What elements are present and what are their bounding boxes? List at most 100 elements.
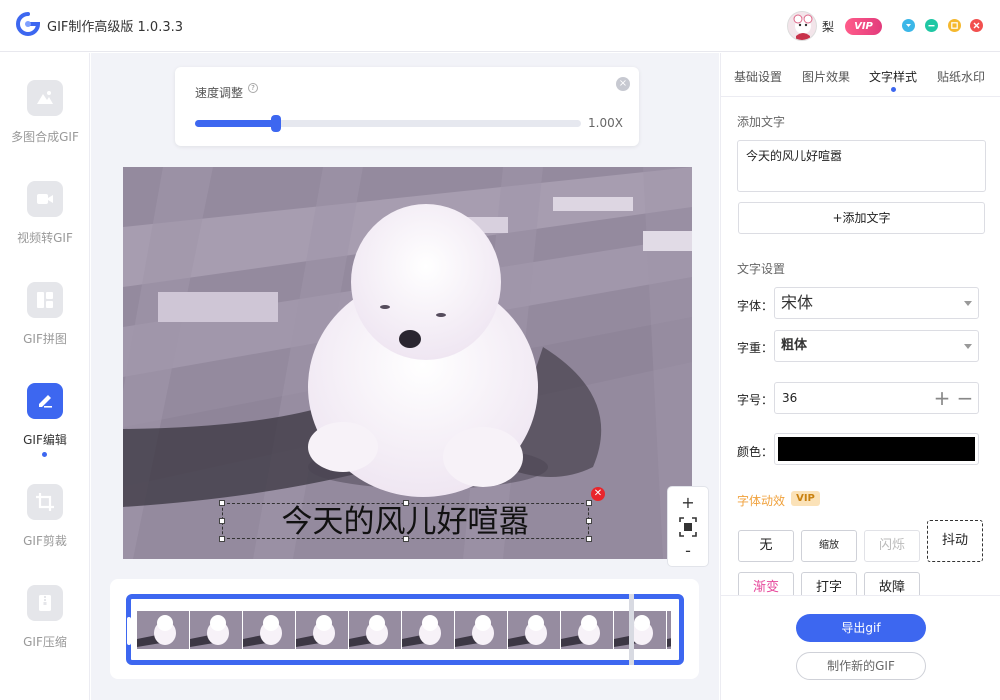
video-icon bbox=[27, 181, 63, 217]
speed-slider[interactable] bbox=[195, 115, 581, 132]
decrease-size-icon[interactable]: − bbox=[956, 387, 974, 409]
sidebar-item-label: 视频转GIF bbox=[17, 231, 73, 245]
tab-text-style[interactable]: 文字样式 bbox=[869, 68, 917, 85]
vip-badge[interactable]: VIP bbox=[845, 18, 882, 35]
color-swatch bbox=[778, 437, 975, 461]
title-bar: GIF制作高级版 1.0.3.3 梨 VIP bbox=[0, 0, 1000, 52]
username: 梨 bbox=[822, 20, 835, 34]
frame-thumbnail bbox=[455, 611, 507, 649]
mountain-image-icon bbox=[27, 80, 63, 116]
chevron-down-icon bbox=[964, 344, 972, 349]
crop-icon bbox=[27, 484, 63, 520]
weight-label: 字重： bbox=[737, 341, 774, 355]
gif-preview: 今天的风儿好喧嚣 ✕ bbox=[123, 167, 692, 559]
sidebar: 多图合成GIF 视频转GIF GIF拼图 GIF编辑 GIF剪裁 GIF压缩 bbox=[0, 53, 90, 700]
tab-sticker-watermark[interactable]: 贴纸水印 bbox=[937, 68, 985, 85]
settings-panel: 基础设置 图片效果 文字样式 贴纸水印 添加文字 今天的风儿好喧嚣 +添加文字 … bbox=[720, 53, 1000, 700]
weight-value: 粗体 bbox=[781, 338, 808, 353]
app-logo-icon bbox=[16, 12, 41, 36]
sidebar-item-video-to-gif[interactable]: 视频转GIF bbox=[0, 181, 90, 281]
playhead[interactable] bbox=[629, 594, 634, 665]
export-gif-button[interactable]: 导出gif bbox=[796, 614, 926, 642]
font-select[interactable]: 宋体 bbox=[774, 287, 979, 319]
add-text-title: 添加文字 bbox=[737, 115, 786, 129]
font-size-stepper[interactable]: 36 + − bbox=[774, 382, 979, 414]
close-icon[interactable] bbox=[970, 19, 983, 32]
speed-control-card: 速度调整 ? × 1.00X bbox=[175, 67, 639, 146]
sidebar-item-gif-collage[interactable]: GIF拼图 bbox=[0, 282, 90, 382]
settings-tabs: 基础设置 图片效果 文字样式 贴纸水印 bbox=[721, 53, 1000, 97]
help-circle-icon[interactable]: ? bbox=[248, 83, 258, 93]
frame-thumbnail bbox=[667, 611, 671, 649]
user-avatar[interactable] bbox=[787, 11, 817, 41]
font-label: 字体： bbox=[737, 299, 774, 313]
frame-thumbnail bbox=[296, 611, 348, 649]
minimize-icon[interactable] bbox=[925, 19, 938, 32]
resize-handle[interactable] bbox=[219, 518, 225, 524]
panel-footer: 导出gif 制作新的GIF bbox=[721, 595, 1000, 700]
zoom-out-button[interactable]: - bbox=[668, 541, 708, 560]
increase-size-icon[interactable]: + bbox=[933, 387, 951, 409]
settings-dropdown-icon[interactable] bbox=[902, 19, 915, 32]
speed-label: 速度调整 bbox=[195, 86, 244, 100]
range-end-handle[interactable] bbox=[675, 617, 679, 645]
speed-slider-thumb[interactable] bbox=[271, 115, 282, 132]
tab-basic-settings[interactable]: 基础设置 bbox=[734, 68, 782, 85]
zip-archive-icon bbox=[27, 585, 63, 621]
resize-handle[interactable] bbox=[219, 500, 225, 506]
sidebar-item-label: GIF拼图 bbox=[23, 332, 67, 346]
frame-thumbnail bbox=[349, 611, 401, 649]
frame-thumbnail bbox=[561, 611, 613, 649]
layout-grid-icon bbox=[27, 282, 63, 318]
tab-image-effects[interactable]: 图片效果 bbox=[802, 68, 850, 85]
resize-handle[interactable] bbox=[586, 536, 592, 542]
sidebar-item-label: GIF剪裁 bbox=[23, 534, 67, 548]
active-tab-indicator bbox=[891, 87, 896, 92]
resize-handle[interactable] bbox=[403, 536, 409, 542]
sidebar-item-label: 多图合成GIF bbox=[11, 130, 79, 144]
vip-tag: VIP bbox=[791, 491, 820, 506]
timeline-range[interactable] bbox=[126, 594, 684, 665]
color-label: 颜色： bbox=[737, 445, 774, 459]
sidebar-item-multi-image-gif[interactable]: 多图合成GIF bbox=[0, 80, 90, 180]
weight-select[interactable]: 粗体 bbox=[774, 330, 979, 362]
pencil-icon bbox=[27, 383, 63, 419]
sidebar-item-label: GIF编辑 bbox=[23, 433, 67, 447]
speed-slider-fill bbox=[195, 120, 277, 127]
caption-text: 今天的风儿好喧嚣 bbox=[281, 504, 530, 540]
frame-strip[interactable] bbox=[137, 611, 671, 649]
sidebar-item-gif-crop[interactable]: GIF剪裁 bbox=[0, 484, 90, 584]
zoom-in-button[interactable]: + bbox=[668, 493, 708, 512]
speed-value: 1.00X bbox=[588, 116, 623, 130]
resize-handle[interactable] bbox=[586, 500, 592, 506]
size-label: 字号： bbox=[737, 393, 774, 407]
add-text-button[interactable]: +添加文字 bbox=[738, 202, 985, 234]
caption-text-box[interactable]: 今天的风儿好喧嚣 bbox=[219, 500, 592, 542]
sidebar-item-gif-edit[interactable]: GIF编辑 bbox=[0, 383, 90, 483]
fit-screen-button[interactable] bbox=[668, 517, 708, 541]
frame-thumbnail bbox=[243, 611, 295, 649]
font-size-value: 36 bbox=[782, 391, 798, 405]
resize-handle[interactable] bbox=[219, 536, 225, 542]
frame-thumbnail bbox=[614, 611, 666, 649]
sidebar-item-label: GIF压缩 bbox=[23, 635, 67, 649]
effect-zoom-button[interactable]: 缩放 bbox=[801, 530, 857, 562]
frame-thumbnail bbox=[137, 611, 189, 649]
delete-caption-icon[interactable]: ✕ bbox=[591, 487, 605, 501]
color-picker[interactable] bbox=[774, 433, 979, 465]
editor-canvas: 速度调整 ? × 1.00X 今天的风儿好喧嚣 ✕ + - bbox=[91, 53, 719, 700]
sidebar-item-gif-compress[interactable]: GIF压缩 bbox=[0, 585, 90, 685]
chevron-down-icon bbox=[964, 301, 972, 306]
speed-card-close-icon[interactable]: × bbox=[616, 77, 630, 91]
new-gif-button[interactable]: 制作新的GIF bbox=[796, 652, 926, 680]
resize-handle[interactable] bbox=[586, 518, 592, 524]
active-indicator bbox=[42, 452, 47, 457]
range-start-handle[interactable] bbox=[127, 617, 131, 645]
maximize-icon[interactable] bbox=[948, 19, 961, 32]
caption-text-input[interactable]: 今天的风儿好喧嚣 bbox=[737, 140, 986, 192]
effect-blink-button[interactable]: 闪烁 bbox=[864, 530, 920, 562]
frame-thumbnails bbox=[137, 611, 671, 649]
effect-none-button[interactable]: 无 bbox=[738, 530, 794, 562]
effect-shake-button[interactable]: 抖动 bbox=[927, 520, 983, 562]
resize-handle[interactable] bbox=[403, 500, 409, 506]
